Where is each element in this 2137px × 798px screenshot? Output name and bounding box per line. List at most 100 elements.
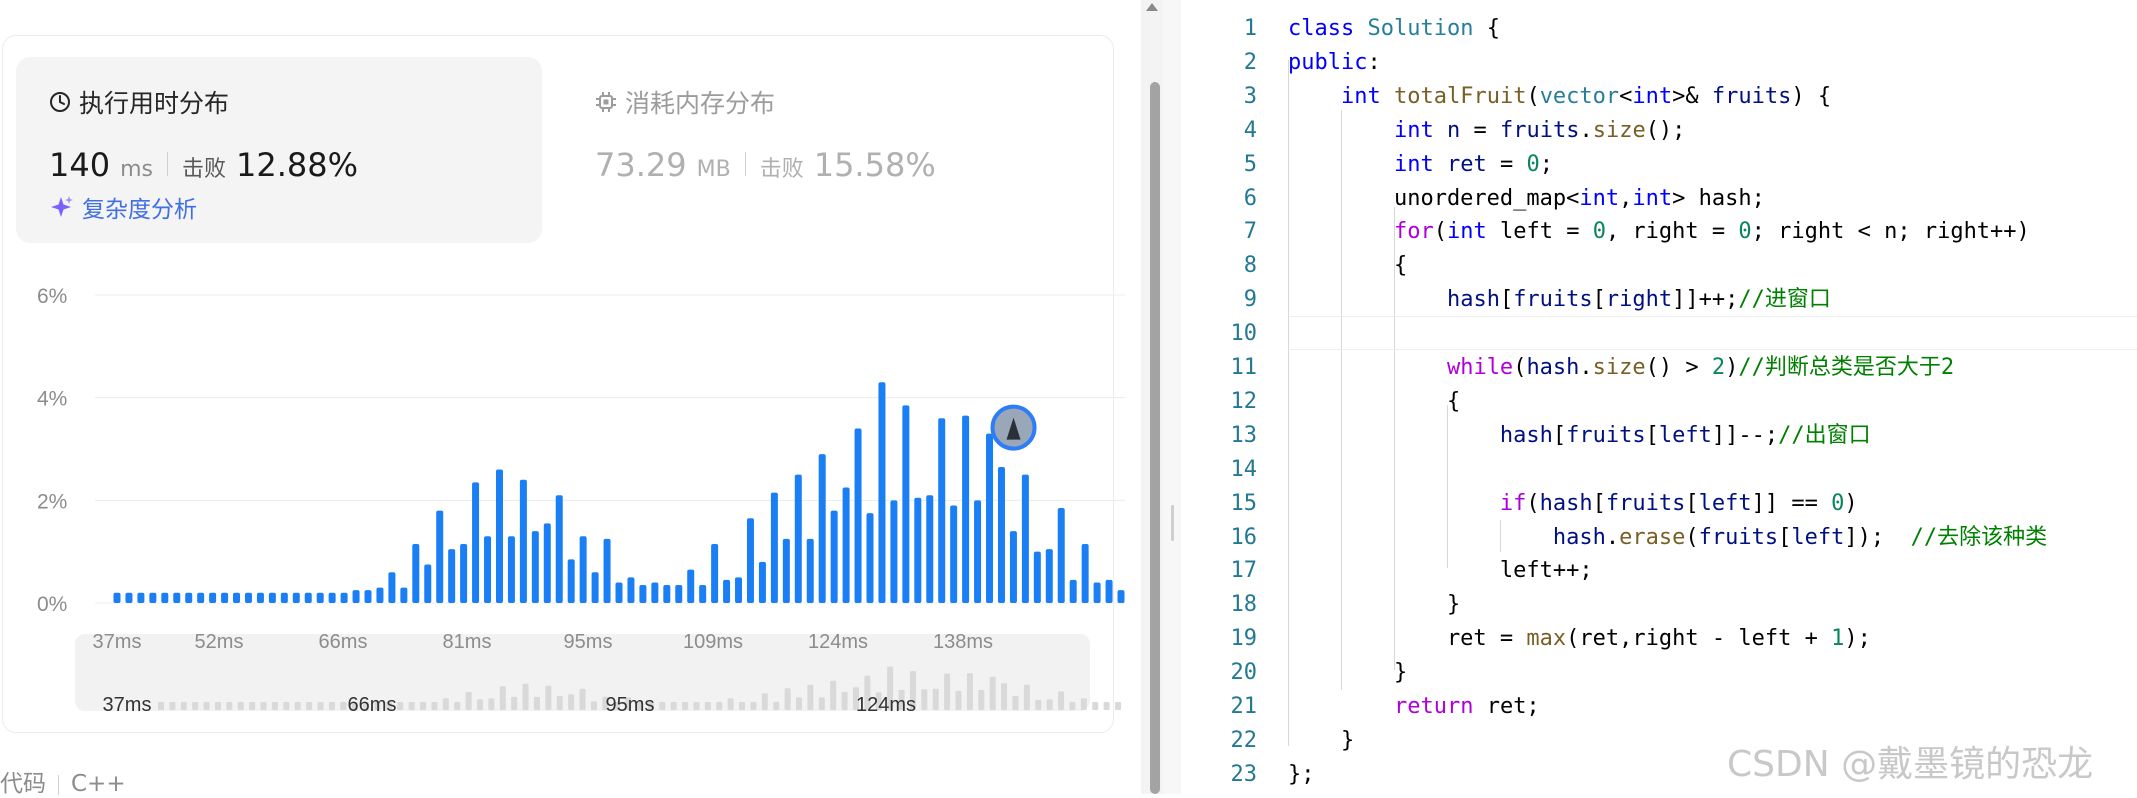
bar [113,592,121,603]
code-line[interactable]: 5 int ret = 0; [1181,148,2137,182]
code-line[interactable]: 20 } [1181,656,2137,690]
bar [364,590,372,603]
runtime-unit: ms [120,157,153,182]
y-tick-label: 4% [37,388,67,411]
code-line[interactable]: 2 public: [1181,46,2137,80]
bar [507,536,515,603]
bar [519,479,527,603]
bar [866,513,874,603]
memory-beat-value: 15.58% [813,146,936,184]
code-token: fruits [1566,422,1646,448]
code-text: } [1288,724,1354,758]
code-token: int [1446,219,1487,245]
code-token: return [1393,694,1474,719]
metric-separator [166,152,168,176]
complexity-analysis-link[interactable]: 复杂度分析 [48,190,197,224]
code-token: } [1288,727,1355,753]
code-line[interactable]: 14 [1181,453,2137,487]
bar [1045,549,1053,603]
code-line[interactable]: 8 { [1181,249,2137,283]
code-text: return ret; [1288,690,1540,724]
code-token: ) [1844,490,1858,516]
bar [244,592,252,603]
code-line[interactable]: 16 hash.erase(fruits[left]); //去除该种类 [1181,521,2137,555]
code-token: ); [1844,626,1871,652]
minimap-tick-label: 124ms [856,694,916,716]
bar [687,569,695,603]
scroll-up-arrow-icon[interactable] [1146,3,1158,11]
minimap-bar [397,702,404,710]
x-tick-label: 95ms [564,631,613,653]
minimap-bar [841,691,848,710]
minimap-bar [704,702,711,710]
code-token: left++; [1288,558,1593,584]
runtime-title: 执行用时分布 [49,84,229,120]
code-line[interactable]: 19 ret = max(ret,right - left + 1); [1181,622,2137,656]
bar [185,592,193,603]
bar [818,454,826,603]
minimap-bar [955,690,962,710]
code-token: size [1592,117,1646,143]
code-token: . [1579,117,1593,143]
code-line[interactable]: 12 { [1181,385,2137,419]
minimap-bar [522,683,529,710]
bar [1081,543,1089,603]
code-line[interactable]: 1 class Solution { [1181,12,2137,46]
code-token: public [1288,49,1368,75]
line-number: 23 [1230,761,1258,787]
minimap-bar [1092,702,1099,710]
code-token: { [1288,388,1461,414]
minimap-bar [192,702,199,710]
pane-divider[interactable] [1163,0,1181,794]
minimap-bar [1115,702,1121,710]
code-line[interactable]: 13 hash[fruits[left]]--;//出窗口 [1181,419,2137,453]
current-line-highlight [1290,316,2137,350]
bar [233,592,241,603]
code-token: } [1288,592,1461,618]
line-number: 6 [1243,185,1257,211]
bar [436,510,444,603]
drag-handle-icon[interactable] [1171,505,1174,541]
code-token: if [1499,490,1527,516]
code-text: { [1288,249,1407,283]
minimap-bar [545,685,552,710]
code-line[interactable]: 15 if(hash[fruits[left]] == 0) [1181,487,2137,521]
bar [280,592,288,603]
code-line[interactable]: 3 int totalFruit(vector<int>& fruits) { [1181,80,2137,114]
minimap-bar [283,702,290,710]
line-number: 5 [1243,151,1257,177]
code-editor[interactable]: 1 class Solution {2 public: 3 int totalFrui… [1181,0,2137,794]
code-token: hash [1526,355,1580,380]
code-line[interactable]: 11 while(hash.size() > 2)//判断总类是否大于2 [1181,351,2137,385]
bar [615,582,623,603]
code-token: ; [1539,151,1553,177]
minimap-bar [727,698,734,710]
minimap-bar [670,702,677,710]
line-number: 11 [1230,355,1258,380]
bar [125,592,133,603]
code-token: { [1473,16,1500,41]
code-line[interactable]: 18 } [1181,588,2137,622]
code-text: }; [1288,758,1315,792]
bar [388,572,396,603]
code-token: () > [1645,355,1712,380]
code-line[interactable]: 4 int n = fruits.size(); [1181,114,2137,148]
code-line[interactable]: 6 unordered_map<int,int> hash; [1181,182,2137,216]
line-number: 15 [1230,490,1258,516]
memory-title[interactable]: 消耗内存分布 [595,84,775,120]
runtime-beat-label: 击败 [181,157,226,182]
minimap-bar [978,689,985,710]
x-tick-label: 66ms [319,631,368,653]
code-token: int [1579,185,1620,211]
code-token: ) { [1791,83,1832,109]
scrollbar-thumb[interactable] [1150,82,1160,794]
bar [579,536,587,603]
code-line[interactable]: 7 for(int left = 0, right = 0; right < n… [1181,215,2137,249]
code-line[interactable]: 9 hash[fruits[right]]++;//进窗口 [1181,283,2137,317]
code-line[interactable]: 21 return ret; [1181,690,2137,724]
bar [986,433,994,603]
code-line[interactable]: 17 left++; [1181,554,2137,588]
bar [209,592,217,603]
minimap-bar [271,702,278,710]
